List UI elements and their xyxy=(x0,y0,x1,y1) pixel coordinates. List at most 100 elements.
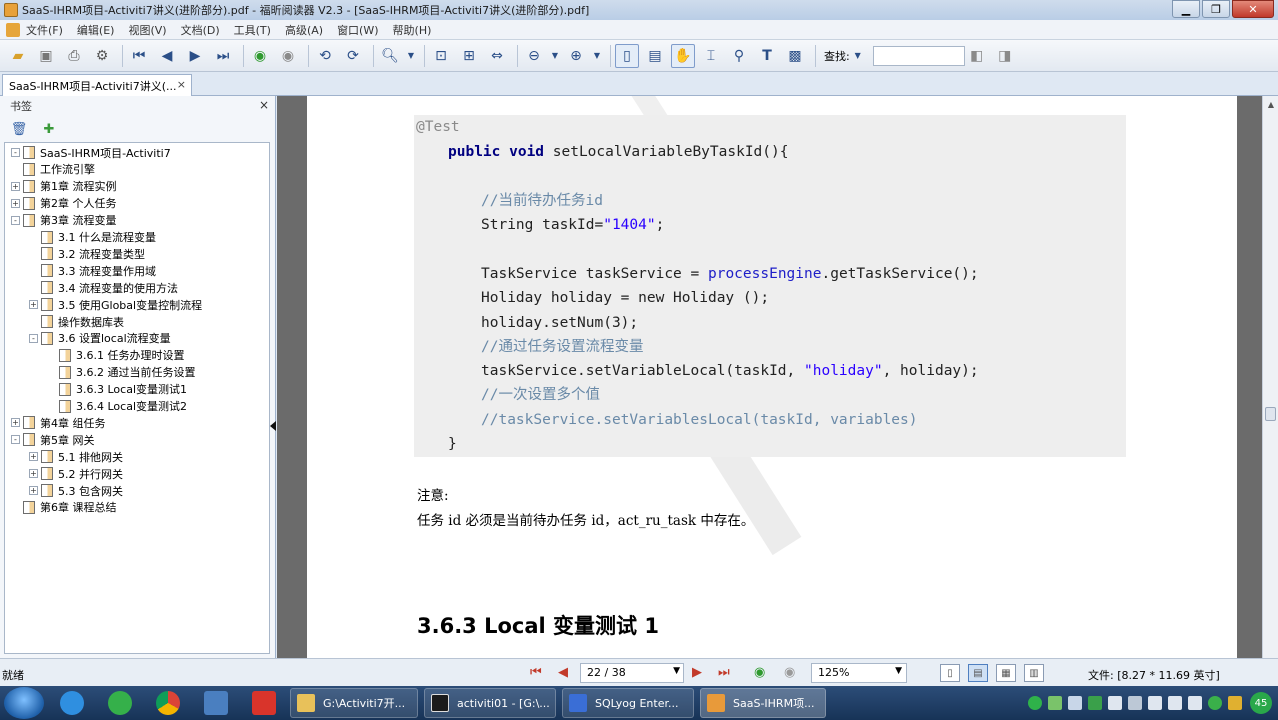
bookmark-item[interactable]: +3.5 使用Global变量控制流程 xyxy=(29,296,202,313)
fit-page-icon[interactable]: ⊞ xyxy=(457,44,481,68)
search-dropdown-icon[interactable]: ▼ xyxy=(853,44,863,68)
chat-icon[interactable] xyxy=(1148,696,1162,710)
bookmark-item[interactable]: - 第3章 流程变量 xyxy=(11,212,117,229)
bookmark-item[interactable]: 3.6.4 Local变量测试2 xyxy=(47,398,187,415)
first-page-icon[interactable]: ⏮ xyxy=(530,665,542,680)
start-button[interactable] xyxy=(4,687,44,719)
add-icon[interactable] xyxy=(1208,696,1222,710)
network-signal-icon[interactable] xyxy=(1168,696,1182,710)
expand-icon[interactable]: + xyxy=(11,418,20,428)
save-icon[interactable]: ▣ xyxy=(34,44,58,68)
zoom-in-icon[interactable]: ⊕ xyxy=(564,44,588,68)
page-dropdown-icon[interactable]: ▼ xyxy=(673,666,680,676)
bookmark-item[interactable]: 3.2 流程变量类型 xyxy=(29,245,145,262)
previous-page-icon[interactable]: ◀ xyxy=(558,665,568,680)
zoom-field[interactable]: 125% ▼ xyxy=(811,663,907,683)
bookmark-item[interactable]: 3.6.3 Local变量测试1 xyxy=(47,381,187,398)
keyboard-icon[interactable] xyxy=(1108,696,1122,710)
facing-view-icon[interactable]: ▦ xyxy=(996,664,1016,682)
bookmark-item[interactable]: - SaaS-IHRM项目-Activiti7 xyxy=(11,144,171,161)
zoom-out-icon[interactable]: ⊖ xyxy=(522,44,546,68)
zoom-out-dropdown-icon[interactable]: ▼ xyxy=(550,44,560,68)
last-page-icon[interactable]: ⏭ xyxy=(718,665,730,680)
search-input[interactable] xyxy=(872,45,965,66)
menu-view[interactable]: 视图(V) xyxy=(128,22,166,38)
close-button[interactable]: ✕ xyxy=(1232,0,1274,18)
last-page-icon[interactable]: ⏭ xyxy=(211,44,235,68)
menu-file[interactable]: 文件(F) xyxy=(26,22,63,38)
rotate-right-icon[interactable]: ⟳ xyxy=(341,44,365,68)
zoom-tool-icon[interactable]: 🔍︎ xyxy=(378,44,402,68)
expand-icon[interactable]: + xyxy=(29,486,38,495)
continuous-page-icon[interactable]: ▤ xyxy=(643,44,667,68)
expand-icon[interactable]: + xyxy=(11,181,20,191)
taskbar-item-explorer[interactable]: G:\Activiti7开... xyxy=(290,688,418,718)
rotate-left-icon[interactable]: ⟲ xyxy=(313,44,337,68)
collapse-panel-icon[interactable] xyxy=(270,421,276,431)
menu-edit[interactable]: 编辑(E) xyxy=(77,22,115,38)
hand-tool-icon[interactable]: ✋ xyxy=(671,43,695,68)
battery-icon[interactable] xyxy=(1048,696,1062,710)
volume-icon[interactable] xyxy=(1068,696,1082,710)
bookmark-item[interactable]: 3.6.1 任务办理时设置 xyxy=(47,347,185,364)
find-previous-icon[interactable]: ◧ xyxy=(965,44,989,68)
print-icon[interactable]: ⎙ xyxy=(62,44,86,68)
flag-icon[interactable] xyxy=(1228,696,1242,710)
bookmark-item[interactable]: - 3.6 设置local流程变量 xyxy=(29,330,171,347)
bookmark-item[interactable]: 第6章 课程总结 xyxy=(11,499,117,516)
media-player-icon[interactable] xyxy=(244,688,284,718)
taskbar-item-intellij[interactable]: activiti01 - [G:\... xyxy=(424,688,556,718)
printer-icon[interactable] xyxy=(1128,696,1142,710)
zoom-in-dropdown-icon[interactable]: ▼ xyxy=(592,44,602,68)
single-page-icon[interactable]: ▯ xyxy=(615,43,639,68)
network-icon[interactable] xyxy=(196,688,236,718)
go-back-icon[interactable]: ◉ xyxy=(754,665,765,680)
menu-tools[interactable]: 工具(T) xyxy=(234,22,271,38)
scroll-up-icon[interactable]: ▲ xyxy=(1263,96,1278,112)
bookmark-item[interactable]: 3.6.2 通过当前任务设置 xyxy=(47,364,196,381)
previous-page-icon[interactable]: ◀ xyxy=(155,44,179,68)
continuous-view-icon[interactable]: ▤ xyxy=(968,664,988,682)
collapse-icon[interactable]: - xyxy=(11,215,20,225)
chrome-icon[interactable] xyxy=(148,688,188,718)
collapse-icon[interactable]: - xyxy=(11,148,20,157)
bookmark-item[interactable]: 3.3 流程变量作用域 xyxy=(29,262,156,279)
bookmark-item[interactable]: +5.2 并行网关 xyxy=(29,465,123,482)
zoom-dropdown-icon[interactable]: ▼ xyxy=(895,666,902,676)
expand-icon[interactable]: + xyxy=(11,198,20,208)
select-text-icon[interactable]: ⌶ xyxy=(699,44,723,68)
menu-document[interactable]: 文档(D) xyxy=(181,22,220,38)
page-number-field[interactable]: 22 / 38 ▼ xyxy=(580,663,684,683)
collapse-icon[interactable]: - xyxy=(29,333,38,343)
print-settings-icon[interactable]: ⚙ xyxy=(90,44,114,68)
delete-bookmark-icon[interactable]: 🗑︎ xyxy=(10,120,28,138)
taskbar-item-foxit[interactable]: SaaS-IHRM项... xyxy=(700,688,826,718)
fit-width-icon[interactable]: ⇔ xyxy=(485,44,509,68)
bookmark-item[interactable]: 操作数据库表 xyxy=(29,313,124,330)
document-tab[interactable]: SaaS-IHRM项目-Activiti7讲义(... × xyxy=(2,74,192,96)
bookmark-item[interactable]: 工作流引擎 xyxy=(11,161,95,178)
bookmark-item[interactable]: + 第4章 组任务 xyxy=(11,414,106,431)
next-page-icon[interactable]: ▶ xyxy=(183,44,207,68)
notification-badge[interactable]: 45 xyxy=(1250,692,1272,714)
expand-icon[interactable]: + xyxy=(29,452,38,462)
zoom-dropdown-icon[interactable]: ▼ xyxy=(406,44,416,68)
bookmark-item[interactable]: +5.1 排他网关 xyxy=(29,448,123,465)
scroll-thumb[interactable] xyxy=(1265,407,1276,421)
green-status-icon[interactable] xyxy=(1028,696,1042,710)
actual-size-icon[interactable]: ⊡ xyxy=(429,44,453,68)
bookmark-item[interactable]: 3.4 流程变量的使用方法 xyxy=(29,279,178,296)
go-back-icon[interactable]: ◉ xyxy=(248,44,272,68)
next-page-icon[interactable]: ▶ xyxy=(692,665,702,680)
tab-close-icon[interactable]: × xyxy=(177,78,186,91)
bookmark-item[interactable]: + 第1章 流程实例 xyxy=(11,178,117,195)
menu-help[interactable]: 帮助(H) xyxy=(393,22,432,38)
continuous-facing-view-icon[interactable]: ▥ xyxy=(1024,664,1044,682)
panel-close-icon[interactable]: × xyxy=(259,98,269,112)
single-page-view-icon[interactable]: ▯ xyxy=(940,664,960,682)
open-folder-icon[interactable]: ▰ xyxy=(6,44,30,68)
binoculars-icon[interactable]: ⚲ xyxy=(727,44,751,68)
collapse-icon[interactable]: - xyxy=(11,435,20,445)
bookmark-item[interactable]: 3.1 什么是流程变量 xyxy=(29,229,156,246)
add-bookmark-icon[interactable]: ✚ xyxy=(40,120,58,138)
